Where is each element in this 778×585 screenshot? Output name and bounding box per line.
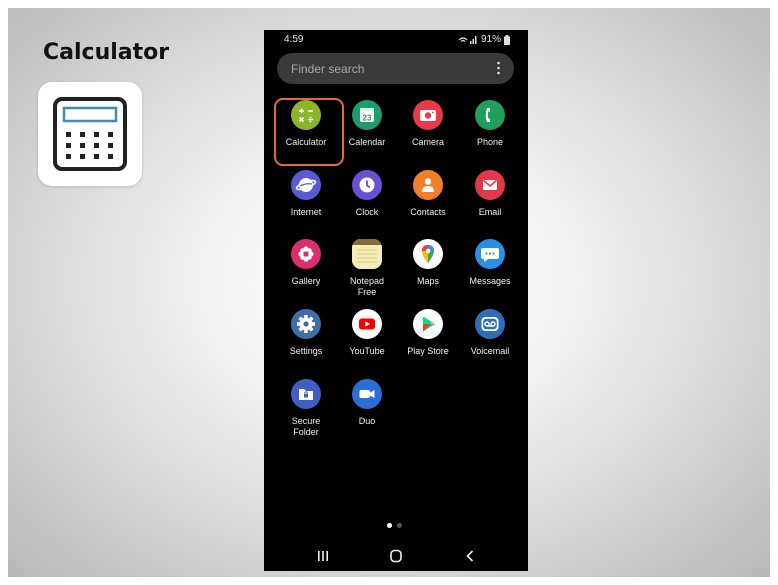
svg-text:23: 23 [363,114,372,123]
app-email[interactable]: Email [459,170,521,238]
secure-folder-icon [291,379,321,409]
app-play-store[interactable]: Play Store [397,309,459,377]
app-calendar[interactable]: 23 Calendar [336,100,398,168]
app-camera[interactable]: Camera [397,100,459,168]
settings-icon [291,309,321,339]
app-settings[interactable]: Settings [275,309,337,377]
app-secure-folder[interactable]: Secure Folder [275,379,337,447]
page-dot [397,523,402,528]
finder-search-bar[interactable]: Finder search [277,53,514,84]
calculator-icon [53,97,127,171]
recent-apps-icon[interactable] [313,548,333,564]
app-label: Email [478,207,502,217]
app-messages[interactable]: Messages [459,239,521,307]
app-duo[interactable]: Duo [336,379,398,447]
email-icon [475,170,505,200]
internet-icon [291,170,321,200]
back-icon[interactable] [460,548,480,564]
app-label: Clock [355,207,379,217]
app-gallery[interactable]: Gallery [275,239,337,307]
signal-icon [458,35,477,44]
app-label: YouTube [349,346,385,356]
app-voicemail[interactable]: Voicemail [459,309,521,377]
app-notepad-free[interactable]: Notepad Free [336,239,398,307]
calendar-icon: 23 [352,100,382,130]
app-internet[interactable]: Internet [275,170,337,238]
app-label: Camera [411,137,444,147]
app-label: Internet [290,207,322,217]
more-options-icon[interactable] [497,61,500,75]
app-clock[interactable]: Clock [336,170,398,238]
clock-icon [352,170,382,200]
duo-icon [352,379,382,409]
battery-percent: 91% [480,34,501,45]
app-label: Voicemail [470,346,510,356]
app-label: Settings [289,346,323,356]
app-contacts[interactable]: Contacts [397,170,459,238]
contacts-icon [413,170,443,200]
app-label: Contacts [410,207,446,217]
camera-icon [413,100,443,130]
app-maps[interactable]: Maps [397,239,459,307]
page-dot-current [387,523,392,528]
slide-title: Calculator [43,40,170,65]
app-youtube[interactable]: YouTube [336,309,398,377]
voicemail-icon [475,309,505,339]
youtube-icon [352,309,382,339]
app-label: Notepad Free [349,276,385,297]
messages-icon [475,239,505,269]
battery-icon [504,34,510,45]
app-label: Messages [469,276,511,286]
app-phone[interactable]: Phone [459,100,521,168]
status-bar: 4:59 91% [264,30,528,48]
status-time: 4:59 [284,34,304,45]
maps-icon [413,239,443,269]
calculator-app-tile [38,82,142,186]
notepad-icon [352,239,382,269]
search-placeholder: Finder search [291,62,365,76]
app-label: Play Store [407,346,449,356]
app-label: Duo [358,416,376,426]
app-label: Phone [476,137,504,147]
calculator-highlight [274,98,344,166]
home-icon[interactable] [386,548,406,564]
phone-icon [475,100,505,130]
gallery-icon [291,239,321,269]
play-store-icon [413,309,443,339]
app-label: Gallery [291,276,321,286]
app-label: Calendar [348,137,386,147]
page-indicator [387,523,402,528]
app-label: Maps [416,276,439,286]
app-label: Secure Folder [291,416,321,437]
navigation-bar [264,546,528,566]
slide: Calculator 4:59 91% Finder search Calcul… [8,8,770,577]
